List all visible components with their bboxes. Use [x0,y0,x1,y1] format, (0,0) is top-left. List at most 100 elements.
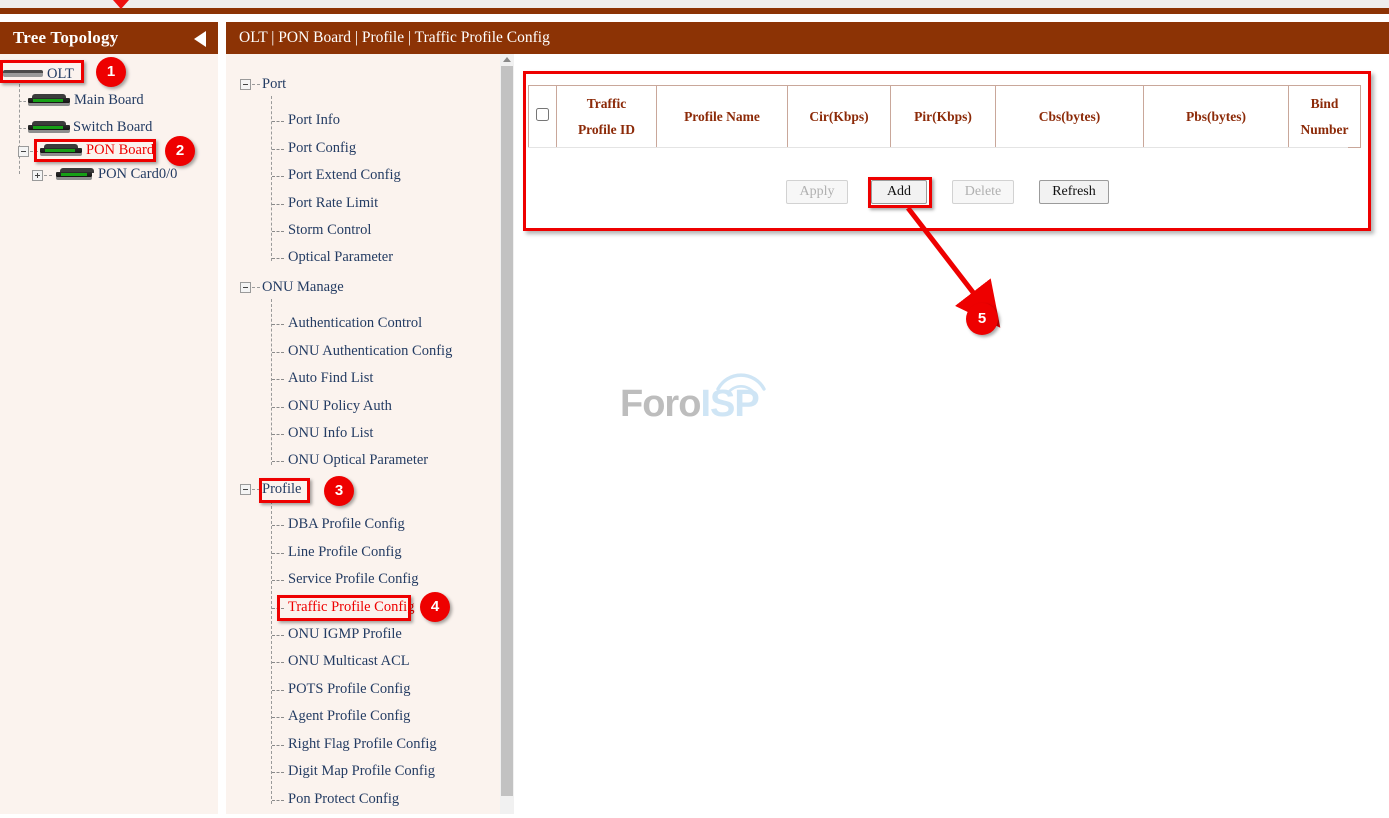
nav-leaf-tick [272,149,284,150]
table-bottom-rule [528,147,1348,148]
highlight-box-olt [0,60,84,83]
triangle-left-icon[interactable] [194,31,206,47]
nav-leaf-tick [272,407,284,408]
column-label-line2: Profile ID [561,117,652,143]
nav-leaf-tick [272,461,284,462]
highlight-box-profile [259,478,310,503]
nav-branch-line [252,84,260,85]
nav-scrollbar[interactable] [500,54,514,818]
nav-leaf-tick [272,580,284,581]
nav-item-label: DBA Profile Config [288,516,405,533]
callout-badge-3: 3 [324,476,354,506]
nav-leaf-tick [272,121,284,122]
nav-item-label: Auto Find List [288,370,373,387]
nav-tree-column: Port Port Info Port Config Port Extend C… [226,54,514,818]
column-cir-kbps: Cir(Kbps) [788,86,891,148]
board-icon [56,168,92,181]
nav-item-label: Port Info [288,112,340,129]
nav-leaf-tick [272,662,284,663]
callout-badge-4: 4 [420,592,450,622]
highlight-box-pon-board [34,139,156,162]
callout-badge-2: 2 [165,136,195,166]
traffic-profile-table: Traffic Profile ID Profile Name Cir(Kbps… [528,85,1361,148]
column-pir-kbps: Pir(Kbps) [891,86,996,148]
wifi-signal-icon [712,369,770,395]
tree-node-label: Switch Board [73,119,152,136]
nav-leaf-tick [272,352,284,353]
tree-branch-line [19,101,26,102]
tree-branch-line [44,175,52,176]
nav-item-label: Agent Profile Config [288,708,410,725]
board-icon [28,121,70,134]
nav-item-label: ONU IGMP Profile [288,626,402,643]
scrollbar-thumb[interactable] [501,66,513,796]
nav-leaf-tick [272,635,284,636]
tree-node-label: PON Card0/0 [98,166,177,183]
nav-leaf-tick [272,745,284,746]
nav-item-label: Port Rate Limit [288,195,378,212]
watermark-foro: Foro [620,383,700,425]
table-header-row: Traffic Profile ID Profile Name Cir(Kbps… [529,86,1361,148]
top-grey-strip [0,0,1389,8]
nav-leaf-tick [272,434,284,435]
nav-item-label: Service Profile Config [288,571,418,588]
foroisp-watermark-logo: ForoISP [620,383,780,429]
column-label-line1: Traffic [561,91,652,117]
nav-leaf-tick [272,204,284,205]
nav-group-port[interactable]: Port [262,76,286,96]
bottom-spacer [0,814,1389,818]
nav-item-label: Digit Map Profile Config [288,763,435,780]
nav-leaf-tick [272,553,284,554]
top-brown-strip [0,8,1389,14]
nav-group-onu-manage[interactable]: ONU Manage [262,279,344,299]
callout-arrow-5 [890,200,1030,330]
nav-leaf-tick [272,258,284,259]
column-label-line1: Bind [1293,91,1356,117]
apply-button[interactable]: Apply [786,180,848,204]
select-all-checkbox[interactable] [536,108,549,121]
tree-node-label: Main Board [74,92,144,109]
nav-leaf-tick [272,324,284,325]
nav-item-label: ONU Authentication Config [288,343,452,360]
breadcrumb-bar: OLT | PON Board | Profile | Traffic Prof… [226,22,1389,54]
callout-badge-5: 5 [966,303,998,335]
refresh-button[interactable]: Refresh [1039,180,1109,204]
column-bind-number: Bind Number [1289,86,1361,148]
red-arrow-marker-icon [113,0,129,9]
nav-expander-port[interactable] [240,79,251,90]
tree-topology-body: OLT Main Board Switch Board PON Board P [0,54,218,818]
nav-expander-onu-manage[interactable] [240,282,251,293]
nav-item-label: ONU Info List [288,425,373,442]
highlight-box-traffic-profile-config [277,595,411,621]
nav-leaf-tick [272,176,284,177]
nav-leaf-tick [272,690,284,691]
scroll-up-arrow-icon[interactable] [503,57,511,62]
tree-topology-title: Tree Topology [13,28,118,48]
nav-leaf-tick [272,717,284,718]
column-pbs-bytes: Pbs(bytes) [1144,86,1289,148]
nav-expander-profile[interactable] [240,484,251,495]
nav-item-label: Optical Parameter [288,249,393,266]
nav-item-label: Port Config [288,140,356,157]
nav-leaf-tick [272,231,284,232]
breadcrumb: OLT | PON Board | Profile | Traffic Prof… [239,29,550,47]
nav-item-label: Port Extend Config [288,167,401,184]
nav-item-label: Right Flag Profile Config [288,736,437,753]
nav-branch-line [252,287,260,288]
nav-item-label: ONU Optical Parameter [288,452,428,469]
nav-item-label: POTS Profile Config [288,681,410,698]
callout-badge-1: 1 [96,57,126,87]
column-label-line2: Number [1293,117,1356,143]
tree-topology-header: Tree Topology [0,22,218,54]
nav-item-label: ONU Multicast ACL [288,653,410,670]
tree-expander-plus-pon-card[interactable] [32,170,43,181]
tree-expander-minus-pon-board[interactable] [18,146,29,157]
board-icon [28,94,70,107]
nav-item-label: ONU Policy Auth [288,398,392,415]
tree-branch-line [19,128,26,129]
nav-leaf-tick [272,525,284,526]
tree-trunk-line [19,84,20,174]
nav-item-label: Line Profile Config [288,544,402,561]
nav-item-label: Pon Protect Config [288,791,399,808]
nav-item-label: Storm Control [288,222,371,239]
